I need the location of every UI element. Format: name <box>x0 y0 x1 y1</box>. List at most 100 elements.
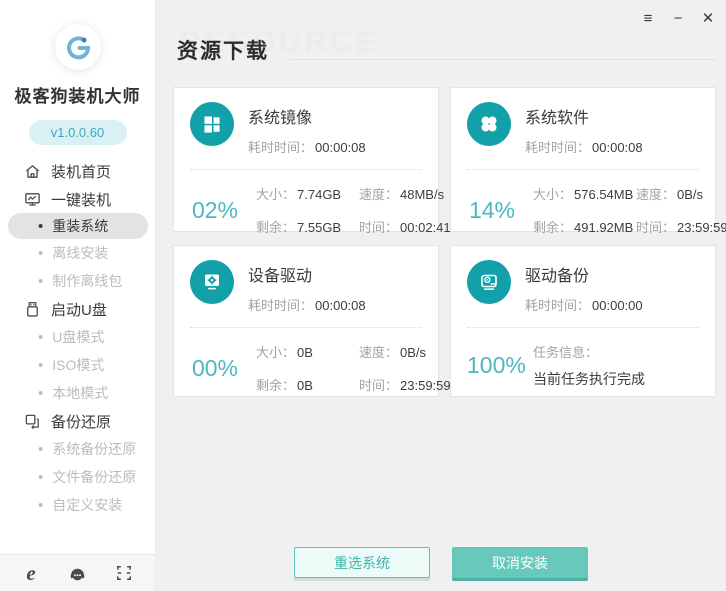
browser-icon[interactable]: e <box>20 562 42 584</box>
sidebar-item-label: 一键装机 <box>51 189 111 210</box>
elapsed-value: 00:00:00 <box>592 298 643 313</box>
bullet-icon: • <box>38 470 43 485</box>
sidebar-item-iso-mode[interactable]: • ISO模式 <box>0 351 155 379</box>
progress-percent: 100% <box>467 352 517 379</box>
stat-label: 大小： <box>256 187 295 202</box>
footer-actions: 重选系统 取消安装 <box>156 547 726 578</box>
bullet-icon: • <box>38 274 43 289</box>
sidebar-item-local-mode[interactable]: • 本地模式 <box>0 379 155 407</box>
cancel-install-button[interactable]: 取消安装 <box>452 547 588 578</box>
progress-percent: 00% <box>190 355 240 382</box>
sidebar-item-label: 重装系统 <box>52 216 108 236</box>
sidebar-item-label: 制作离线包 <box>52 271 122 291</box>
sidebar-menu: 装机首页 一键装机 • 重装系统 • 离线安装 • 制作离线包 启动U盘 • <box>0 157 155 519</box>
card-title: 系统镜像 <box>248 104 366 128</box>
stat-value: 0B/s <box>677 187 703 202</box>
elapsed-label: 耗时时间： <box>525 140 590 155</box>
card-system-software: 系统软件 耗时时间：00:00:08 14% 大小：576.54MB 速度：0B… <box>450 87 716 232</box>
progress-percent: 02% <box>190 197 240 224</box>
sidebar-item-label: 本地模式 <box>52 383 108 403</box>
sidebar-item-system-backup-restore[interactable]: • 系统备份还原 <box>0 435 155 463</box>
app-name: 极客狗装机大师 <box>0 82 155 107</box>
task-status: 当前任务执行完成 <box>533 369 645 389</box>
stat-label: 剩余： <box>256 378 295 393</box>
stat-value: 48MB/s <box>400 187 444 202</box>
stat-label: 大小： <box>533 187 572 202</box>
stat-value: 0B/s <box>400 345 426 360</box>
sidebar-item-custom-install[interactable]: • 自定义安装 <box>0 491 155 519</box>
stat-value: 576.54MB <box>574 187 633 202</box>
sidebar-item-label: 备份还原 <box>51 411 111 432</box>
card-title: 驱动备份 <box>525 262 643 286</box>
elapsed-label: 耗时时间： <box>248 298 313 313</box>
bullet-icon: • <box>38 219 43 234</box>
card-divider <box>190 169 422 170</box>
card-title: 系统软件 <box>525 104 643 128</box>
sidebar-item-backup-restore[interactable]: 备份还原 <box>0 407 155 435</box>
sidebar-item-label: 离线安装 <box>52 243 108 263</box>
sidebar-item-boot-usb[interactable]: 启动U盘 <box>0 295 155 323</box>
elapsed-label: 耗时时间： <box>248 140 313 155</box>
stat-value: 0B <box>297 378 313 393</box>
driver-backup-icon <box>467 260 511 304</box>
stat-value: 7.74GB <box>297 187 341 202</box>
sidebar-item-label: 文件备份还原 <box>52 467 136 487</box>
stat-value: 491.92MB <box>574 220 633 235</box>
card-divider <box>467 327 699 328</box>
stat-label: 剩余： <box>533 220 572 235</box>
version-badge: v1.0.0.60 <box>29 120 127 145</box>
bullet-icon: • <box>38 246 43 261</box>
header-divider <box>289 59 716 60</box>
bullet-icon: • <box>38 330 43 345</box>
bullet-icon: • <box>38 442 43 457</box>
elapsed-value: 00:00:08 <box>592 140 643 155</box>
elapsed-label: 耗时时间： <box>525 298 590 313</box>
stat-value: 00:02:41 <box>400 220 451 235</box>
sidebar-item-usb-mode[interactable]: • U盘模式 <box>0 323 155 351</box>
sidebar-item-offline-install[interactable]: • 离线安装 <box>0 239 155 267</box>
card-title: 设备驱动 <box>248 262 366 286</box>
stat-label: 剩余： <box>256 220 295 235</box>
card-driver-backup: 驱动备份 耗时时间：00:00:00 100% 任务信息： 当前任务执行完成 <box>450 245 716 397</box>
stat-value: 7.55GB <box>297 220 341 235</box>
customer-support-icon[interactable] <box>67 562 89 584</box>
sidebar-item-label: 装机首页 <box>51 161 111 182</box>
sidebar-footer: e <box>0 554 155 591</box>
task-info-label: 任务信息： <box>533 342 645 361</box>
sidebar-item-label: 系统备份还原 <box>52 439 136 459</box>
main-panel: ≡ − ✕ RESOURCE 资源下载 系统镜像 耗时时间：00:00:08 <box>156 0 726 591</box>
page-title: 资源下载 <box>177 35 269 65</box>
stat-value: 23:59:59 <box>400 378 451 393</box>
reselect-system-button[interactable]: 重选系统 <box>294 547 430 578</box>
card-device-driver: 设备驱动 耗时时间：00:00:08 00% 大小：0B 速度：0B/s 剩余：… <box>173 245 439 397</box>
stat-value: 0B <box>297 345 313 360</box>
sidebar-item-onekey-install[interactable]: 一键装机 <box>0 185 155 213</box>
stat-label: 时间： <box>359 220 398 235</box>
sidebar-item-make-offline-pack[interactable]: • 制作离线包 <box>0 267 155 295</box>
monitor-chart-icon <box>23 190 41 208</box>
scan-qr-icon[interactable] <box>113 562 135 584</box>
system-image-icon <box>190 102 234 146</box>
elapsed-value: 00:00:08 <box>315 140 366 155</box>
card-divider <box>467 169 699 170</box>
stat-label: 速度： <box>359 345 398 360</box>
backup-restore-icon <box>23 412 41 430</box>
sidebar-item-label: 自定义安装 <box>52 495 122 515</box>
download-cards: 系统镜像 耗时时间：00:00:08 02% 大小：7.74GB 速度：48MB… <box>173 87 717 397</box>
card-divider <box>190 327 422 328</box>
sidebar-item-home[interactable]: 装机首页 <box>0 157 155 185</box>
usb-drive-icon <box>23 300 41 318</box>
page-header: RESOURCE 资源下载 <box>177 24 716 64</box>
progress-percent: 14% <box>467 197 517 224</box>
bullet-icon: • <box>38 498 43 513</box>
sidebar-item-reinstall-system[interactable]: • 重装系统 <box>8 213 148 239</box>
stat-label: 速度： <box>359 187 398 202</box>
home-icon <box>23 162 41 180</box>
sidebar-item-label: ISO模式 <box>52 355 104 375</box>
stat-label: 大小： <box>256 345 295 360</box>
elapsed-value: 00:00:08 <box>315 298 366 313</box>
bullet-icon: • <box>38 386 43 401</box>
app-logo-icon <box>55 24 101 70</box>
sidebar-item-file-backup-restore[interactable]: • 文件备份还原 <box>0 463 155 491</box>
sidebar: 极客狗装机大师 v1.0.0.60 装机首页 一键装机 • 重装系统 • 离线安… <box>0 0 156 591</box>
